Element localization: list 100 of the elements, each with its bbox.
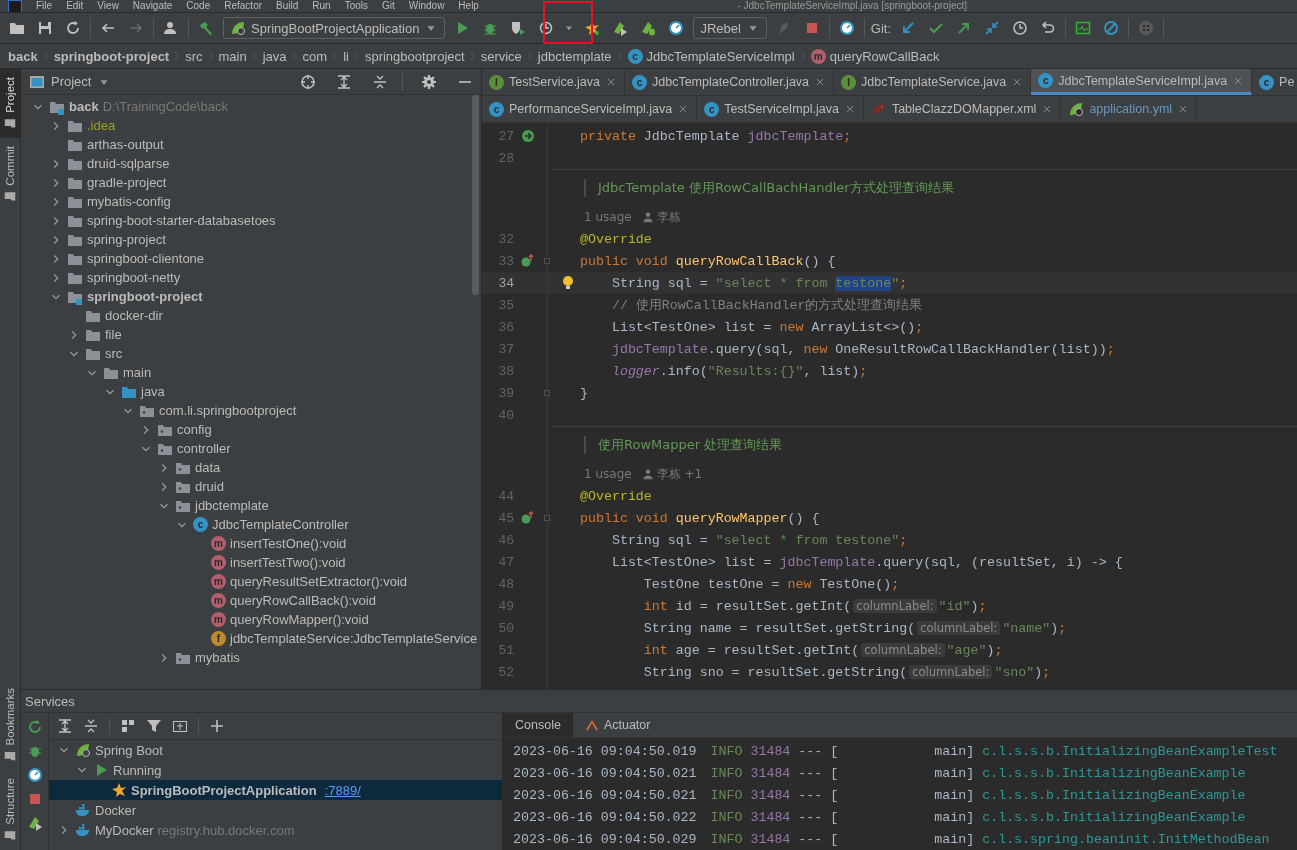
lightbulb-icon[interactable]	[560, 275, 576, 291]
tree-item[interactable]: druid-sqlparse	[87, 156, 170, 171]
update-arrow-icon[interactable]	[900, 20, 917, 36]
run-tree-item[interactable]: SpringBootProjectApplication	[131, 782, 317, 798]
jrebel-run-icon[interactable]	[612, 20, 629, 36]
fold-marker-icon[interactable]	[542, 256, 552, 266]
merge-arrows-icon[interactable]	[984, 20, 1001, 36]
usage-hint[interactable]: 1 usage	[584, 210, 632, 224]
open-folder-icon[interactable]	[9, 20, 25, 36]
refresh-icon[interactable]	[26, 719, 43, 735]
hammer-icon[interactable]	[198, 20, 214, 36]
jrebel-run-icon[interactable]	[26, 815, 43, 831]
port-link[interactable]: :7889/	[324, 782, 361, 798]
tree-item[interactable]: docker-dir	[105, 308, 163, 323]
run-tree-item[interactable]: MyDocker	[95, 822, 154, 838]
tree-item[interactable]: spring-project	[87, 232, 166, 247]
menu-item[interactable]: Help	[458, 0, 479, 12]
author-hint[interactable]: 李栋 +1	[656, 465, 703, 483]
tree-item[interactable]: config	[177, 422, 212, 437]
editor-tab[interactable]: c JdbcTemplateServiceImpl.java	[1031, 69, 1253, 95]
tool-window-tab[interactable]: Project	[0, 69, 20, 138]
menu-item[interactable]: File	[36, 0, 53, 12]
author-hint[interactable]: 李栋	[656, 208, 681, 226]
console-tab[interactable]: Actuator	[572, 713, 663, 737]
close-icon[interactable]	[605, 76, 617, 88]
new-tab-icon[interactable]	[172, 718, 188, 734]
tree-item[interactable]: java	[141, 384, 165, 399]
tree-item[interactable]: insertTestTwo():void	[230, 555, 346, 570]
editor-tab[interactable]: I TestService.java	[482, 69, 625, 95]
breadcrumb-item[interactable]: com	[302, 48, 328, 64]
tree-item[interactable]: jdbctemplate	[195, 498, 269, 513]
menu-item[interactable]: Build	[276, 0, 299, 12]
breadcrumb-item[interactable]: JdbcTemplateServiceImpl	[646, 48, 795, 64]
menu-item[interactable]: Run	[312, 0, 331, 12]
shield-play-icon[interactable]	[510, 20, 527, 36]
menu-item[interactable]: Edit	[66, 0, 84, 12]
tree-item[interactable]: src	[105, 346, 123, 361]
breadcrumb-item[interactable]: queryRowCallBack	[829, 48, 940, 64]
menu-item[interactable]: Window	[408, 0, 445, 12]
tool-window-tab[interactable]: Structure	[0, 770, 20, 850]
breadcrumb-item[interactable]: jdbctemplate	[537, 48, 612, 64]
tree-item[interactable]: mybatis-config	[87, 194, 171, 209]
tree-item[interactable]: springboot-netty	[87, 270, 181, 285]
tree-item[interactable]: queryResultSetExtractor():void	[230, 574, 407, 589]
expand-all-icon[interactable]	[336, 73, 352, 90]
monitor-icon[interactable]	[1075, 20, 1092, 36]
tree-item[interactable]: main	[123, 365, 152, 380]
group-icon[interactable]	[120, 718, 136, 734]
no-entry-icon[interactable]	[1103, 20, 1120, 36]
jrebel-debug-icon[interactable]	[640, 20, 657, 36]
tree-item[interactable]: back	[69, 99, 99, 114]
tree-item[interactable]: queryRowMapper():void	[230, 612, 369, 627]
tree-item[interactable]: .idea	[87, 118, 116, 133]
fold-marker-icon[interactable]	[542, 513, 552, 523]
tree-item[interactable]: jdbcTemplateService:JdbcTemplateService	[230, 631, 478, 646]
usage-hint[interactable]: 1 usage	[584, 467, 632, 481]
gauge-icon[interactable]	[838, 20, 855, 36]
scrollbar[interactable]	[472, 95, 479, 295]
tree-item[interactable]: com.li.springbootproject	[159, 403, 297, 418]
expand-all-icon[interactable]	[57, 718, 73, 734]
editor-tab[interactable]: c TestServiceImpl.java	[697, 96, 864, 122]
settings-icon[interactable]	[421, 73, 437, 90]
run-tree-item[interactable]: Running	[113, 762, 162, 778]
menu-item[interactable]: Git	[382, 0, 395, 12]
tree-item[interactable]: spring-boot-starter-databasetoes	[87, 213, 276, 228]
editor-tab[interactable]: c JdbcTemplateController.java	[625, 69, 835, 95]
tree-item[interactable]: controller	[177, 441, 231, 456]
filter-icon[interactable]	[146, 718, 162, 734]
breadcrumb-item[interactable]: main	[218, 48, 247, 64]
menu-item[interactable]: View	[97, 0, 119, 12]
collapse-all-icon[interactable]	[83, 718, 99, 734]
tree-item[interactable]: JdbcTemplateController	[212, 517, 349, 532]
undo-icon[interactable]	[1040, 20, 1057, 36]
tool-window-tab[interactable]: Bookmarks	[0, 679, 20, 771]
run-tree-item[interactable]: Docker	[95, 802, 137, 818]
editor-tab[interactable]: c PerformanceServiceImpl.java	[482, 96, 698, 122]
editor-tab[interactable]: application.yml	[1061, 96, 1198, 122]
timer-icon[interactable]	[538, 20, 555, 36]
menu-item[interactable]: Navigate	[132, 0, 173, 12]
tree-item[interactable]: file	[105, 327, 122, 342]
add-icon[interactable]	[209, 718, 225, 734]
tree-item[interactable]: insertTestOne():void	[230, 536, 347, 551]
breadcrumb-item[interactable]: src	[185, 48, 203, 64]
tree-item[interactable]: gradle-project	[87, 175, 167, 190]
breadcrumb-item[interactable]: back	[8, 48, 38, 64]
jrebel-dropdown[interactable]: JRebel	[693, 17, 767, 39]
collapse-all-icon[interactable]	[372, 73, 388, 90]
run-configuration-dropdown[interactable]: SpringBootProjectApplication	[223, 17, 446, 39]
checkmark-icon[interactable]	[928, 20, 945, 36]
tree-item[interactable]: springboot-clientone	[87, 251, 205, 266]
tree-item[interactable]: springboot-project	[87, 289, 203, 304]
gauge-icon[interactable]	[26, 767, 43, 783]
editor-tab[interactable]: c Pe	[1252, 69, 1297, 95]
crosshair-icon[interactable]	[300, 73, 316, 90]
dots-circle-icon[interactable]	[1138, 20, 1155, 36]
panel-title[interactable]: Project	[51, 74, 92, 89]
run-tree-item[interactable]: Spring Boot	[95, 742, 163, 758]
console-tab[interactable]: Console	[503, 713, 573, 737]
menu-item[interactable]: Refactor	[224, 0, 263, 12]
breadcrumb-item[interactable]: li	[343, 48, 349, 64]
